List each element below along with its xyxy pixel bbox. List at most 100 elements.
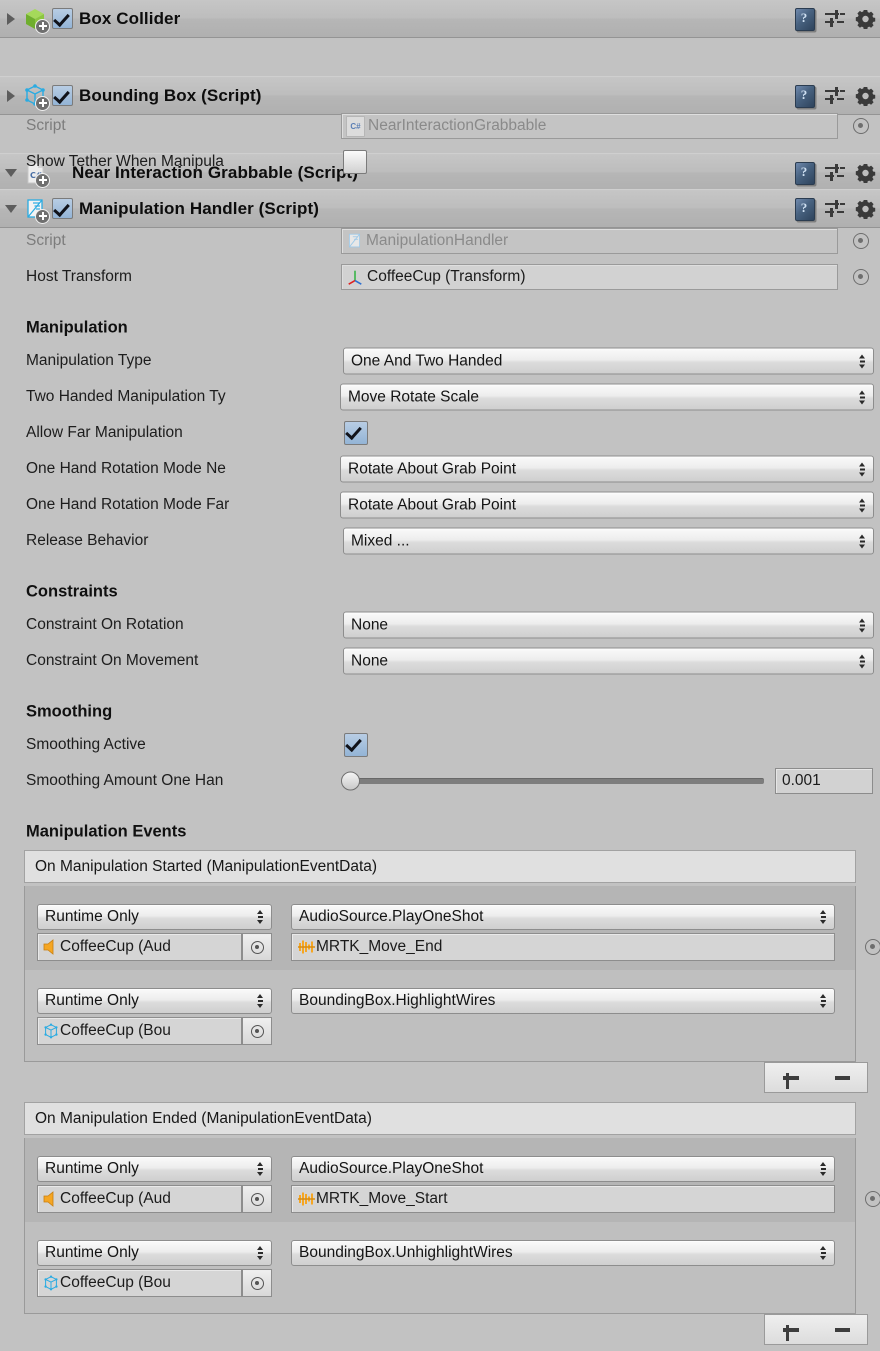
property-label-manipulation-type: Manipulation Type bbox=[26, 352, 152, 370]
event-entry-0-1: Runtime Only BoundingBox.HighlightWires … bbox=[25, 970, 855, 1054]
object-picker-argument-1-0[interactable] bbox=[865, 1191, 880, 1207]
event-title-bar-on-manipulation-ended: On Manipulation Ended (ManipulationEvent… bbox=[24, 1102, 856, 1135]
object-picker-target-0-0[interactable] bbox=[242, 933, 272, 961]
dropdown-method-1-0[interactable]: AudioSource.PlayOneShot bbox=[291, 1156, 835, 1182]
preset-sliders-icon[interactable] bbox=[825, 199, 845, 219]
object-field-target-0-0[interactable]: CoffeeCup (Aud bbox=[37, 933, 242, 961]
dropdown-one-hand-rotation-mode-near[interactable]: Rotate About Grab Point bbox=[340, 456, 874, 483]
object-picker-script-nig[interactable] bbox=[853, 118, 869, 134]
event-title-on-manipulation-started: On Manipulation Started (ManipulationEve… bbox=[24, 850, 856, 883]
dropdown-value-release-behavior: Mixed ... bbox=[351, 532, 410, 550]
slider-track-smoothing-amount[interactable] bbox=[344, 778, 764, 784]
dropdown-release-behavior[interactable]: Mixed ... bbox=[343, 528, 874, 555]
component-header-box-collider[interactable]: Box Collider ? bbox=[0, 0, 880, 38]
dropdown-value-one-hand-rotation-mode-near: Rotate About Grab Point bbox=[348, 460, 516, 478]
event-entry-0-0: Runtime Only AudioSource.PlayOneShot Cof… bbox=[25, 886, 855, 970]
target-dot-icon bbox=[251, 1025, 264, 1038]
chevron-updown-icon bbox=[859, 498, 866, 512]
number-field-smoothing-amount[interactable]: 0.001 bbox=[775, 768, 873, 794]
audio-source-icon bbox=[42, 1191, 60, 1207]
event-entry-1-0: Runtime Only AudioSource.PlayOneShot Cof… bbox=[25, 1138, 855, 1222]
add-event-button-1[interactable] bbox=[780, 1319, 802, 1341]
object-field-host-transform[interactable]: CoffeeCup (Transform) bbox=[341, 264, 838, 290]
checkbox-allow-far-manipulation[interactable] bbox=[344, 421, 368, 445]
dropdown-value-call-state-0-1: Runtime Only bbox=[45, 992, 139, 1010]
slider-handle-smoothing-amount[interactable] bbox=[341, 772, 360, 791]
foldout-toggle-manipulation-handler[interactable] bbox=[0, 190, 22, 227]
object-field-target-value-1-0: CoffeeCup (Aud bbox=[60, 1190, 171, 1208]
dropdown-manipulation-type[interactable]: One And Two Handed bbox=[343, 348, 874, 375]
gear-icon[interactable] bbox=[855, 9, 876, 29]
preset-sliders-icon[interactable] bbox=[825, 86, 845, 106]
dropdown-constraint-on-movement[interactable]: None bbox=[343, 648, 874, 675]
object-field-argument-value-0-0: MRTK_Move_End bbox=[316, 938, 442, 956]
object-field-value-script-nig: NearInteractionGrabbable bbox=[368, 117, 546, 135]
object-field-target-0-1[interactable]: CoffeeCup (Bou bbox=[37, 1017, 242, 1045]
dropdown-value-constraint-on-movement: None bbox=[351, 652, 388, 670]
section-header-manipulation-events: Manipulation Events bbox=[0, 816, 880, 848]
transform-axis-icon bbox=[346, 268, 364, 286]
help-book-icon[interactable]: ? bbox=[795, 198, 815, 220]
manipulation-handler-icon bbox=[346, 232, 363, 250]
help-book-icon[interactable]: ? bbox=[795, 85, 815, 107]
object-field-value-host-transform: CoffeeCup (Transform) bbox=[367, 268, 526, 286]
checkbox-show-tether[interactable] bbox=[343, 150, 367, 174]
add-event-button-0[interactable] bbox=[780, 1067, 802, 1089]
event-title-bar-on-manipulation-started: On Manipulation Started (ManipulationEve… bbox=[24, 850, 856, 883]
component-enabled-checkbox-bounding-box[interactable] bbox=[52, 85, 73, 106]
preset-sliders-icon[interactable] bbox=[825, 9, 845, 29]
checkbox-smoothing-active[interactable] bbox=[344, 733, 368, 757]
component-enabled-checkbox-manipulation-handler[interactable] bbox=[52, 198, 73, 219]
object-field-argument-1-0[interactable]: MRTK_Move_Start bbox=[291, 1185, 835, 1213]
object-picker-target-1-1[interactable] bbox=[242, 1269, 272, 1297]
chevron-updown-icon bbox=[820, 1162, 827, 1176]
help-book-icon[interactable]: ? bbox=[795, 8, 815, 30]
dropdown-value-call-state-1-1: Runtime Only bbox=[45, 1244, 139, 1262]
object-field-script-nig[interactable]: C# NearInteractionGrabbable bbox=[341, 113, 838, 139]
dropdown-call-state-0-1[interactable]: Runtime Only bbox=[37, 988, 272, 1014]
property-row-smoothing-active: Smoothing Active bbox=[0, 728, 880, 762]
object-field-script-mh[interactable]: ManipulationHandler bbox=[341, 228, 838, 254]
property-label-script-mh: Script bbox=[26, 232, 66, 250]
object-picker-target-1-0[interactable] bbox=[242, 1185, 272, 1213]
component-enabled-checkbox-box-collider[interactable] bbox=[52, 8, 73, 29]
object-picker-target-0-1[interactable] bbox=[242, 1017, 272, 1045]
bounding-box-icon bbox=[22, 83, 48, 109]
dropdown-value-method-1-0: AudioSource.PlayOneShot bbox=[299, 1160, 483, 1178]
property-row-one-hand-rotation-mode-near: One Hand Rotation Mode Ne Rotate About G… bbox=[0, 452, 880, 486]
dropdown-constraint-on-rotation[interactable]: None bbox=[343, 612, 874, 639]
dropdown-one-hand-rotation-mode-far[interactable]: Rotate About Grab Point bbox=[340, 492, 874, 519]
event-add-remove-buttons-0 bbox=[764, 1062, 868, 1093]
chevron-updown-icon bbox=[820, 910, 827, 924]
component-title-bounding-box: Bounding Box (Script) bbox=[79, 86, 261, 106]
dropdown-two-handed-manipulation-type[interactable]: Move Rotate Scale bbox=[340, 384, 874, 411]
dropdown-method-0-1[interactable]: BoundingBox.HighlightWires bbox=[291, 988, 835, 1014]
object-field-argument-0-0[interactable]: MRTK_Move_End bbox=[291, 933, 835, 961]
remove-event-button-1[interactable] bbox=[831, 1319, 853, 1341]
dropdown-call-state-0-0[interactable]: Runtime Only bbox=[37, 904, 272, 930]
gear-icon[interactable] bbox=[855, 86, 876, 106]
add-badge-icon bbox=[35, 19, 50, 34]
dropdown-method-0-0[interactable]: AudioSource.PlayOneShot bbox=[291, 904, 835, 930]
property-row-constraint-on-rotation: Constraint On Rotation None bbox=[0, 608, 880, 642]
property-row-allow-far-manipulation: Allow Far Manipulation bbox=[0, 416, 880, 450]
component-header-manipulation-handler[interactable]: Manipulation Handler (Script) ? bbox=[0, 189, 880, 228]
header-icons-manipulation-handler: ? bbox=[795, 190, 876, 227]
property-label-release-behavior: Release Behavior bbox=[26, 532, 148, 550]
header-icons-box-collider: ? bbox=[795, 0, 876, 37]
dropdown-call-state-1-1[interactable]: Runtime Only bbox=[37, 1240, 272, 1266]
dropdown-value-method-0-0: AudioSource.PlayOneShot bbox=[299, 908, 483, 926]
audio-clip-icon bbox=[297, 939, 316, 955]
remove-event-button-0[interactable] bbox=[831, 1067, 853, 1089]
object-picker-host-transform[interactable] bbox=[853, 269, 869, 285]
chevron-updown-icon bbox=[859, 654, 866, 668]
dropdown-call-state-1-0[interactable]: Runtime Only bbox=[37, 1156, 272, 1182]
object-field-target-1-1[interactable]: CoffeeCup (Bou bbox=[37, 1269, 242, 1297]
object-picker-argument-0-0[interactable] bbox=[865, 939, 880, 955]
object-field-target-1-0[interactable]: CoffeeCup (Aud bbox=[37, 1185, 242, 1213]
gear-icon[interactable] bbox=[855, 199, 876, 219]
dropdown-method-1-1[interactable]: BoundingBox.UnhighlightWires bbox=[291, 1240, 835, 1266]
foldout-toggle-box-collider[interactable] bbox=[0, 0, 22, 37]
property-row-smoothing-amount-one-hand: Smoothing Amount One Han 0.001 bbox=[0, 764, 880, 798]
object-picker-script-mh[interactable] bbox=[853, 233, 869, 249]
